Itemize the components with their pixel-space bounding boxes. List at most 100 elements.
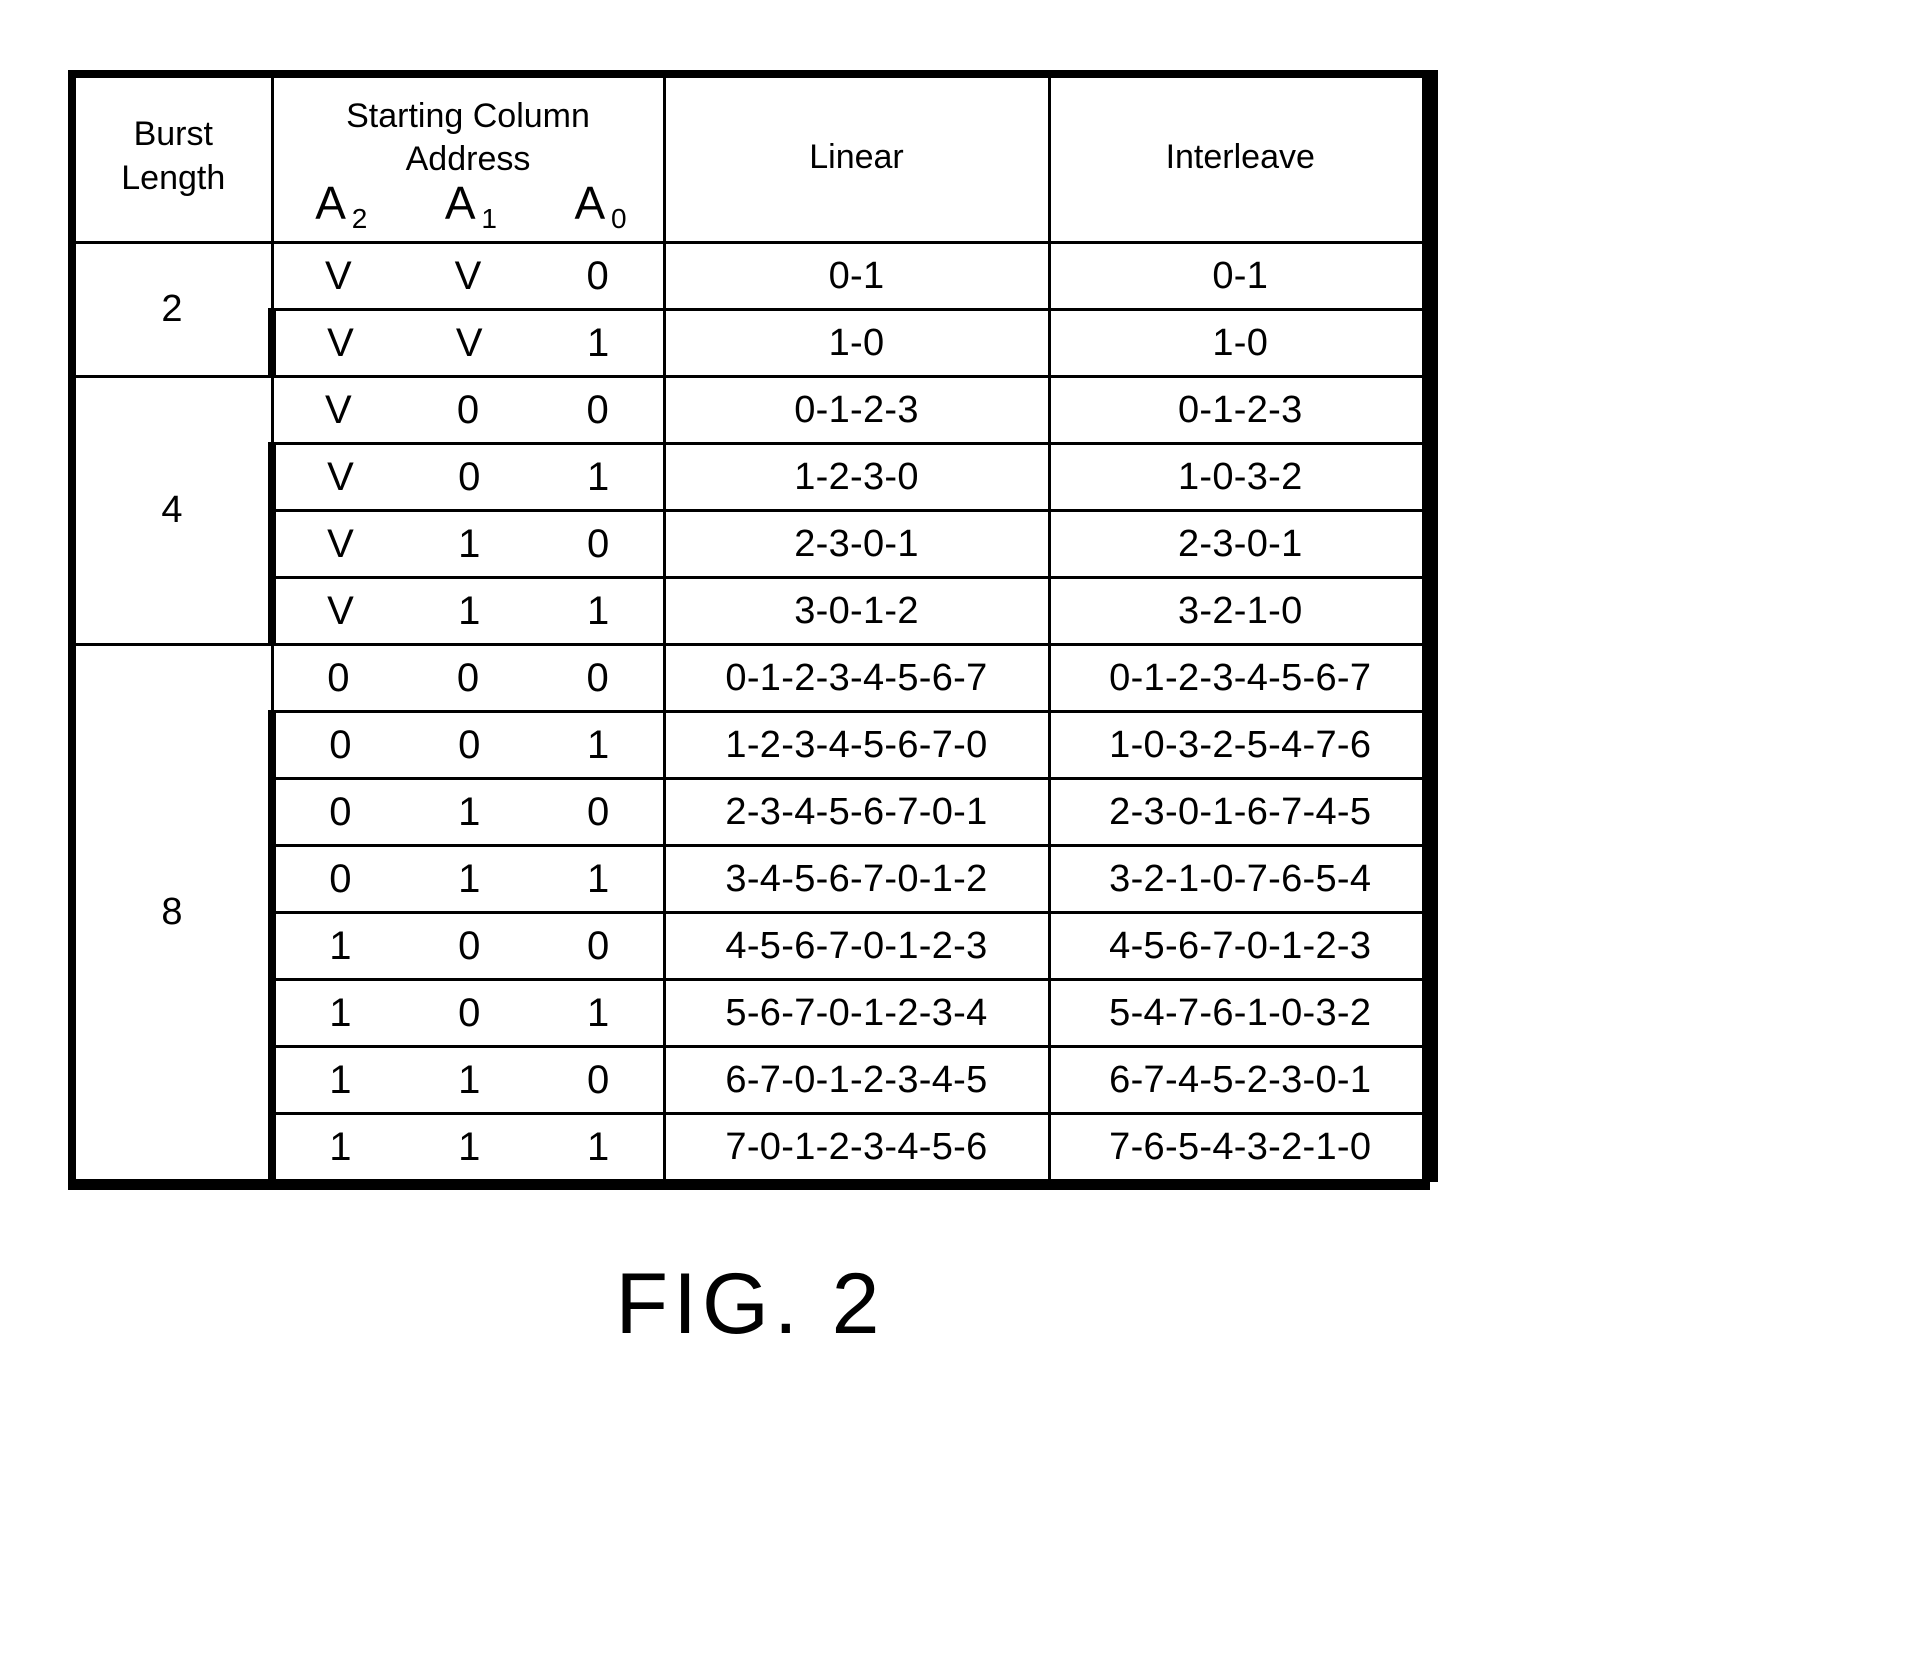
interleave-sequence-cell: 3-2-1-0 (1047, 576, 1438, 646)
table-body: 2 V V 0 0-1 0-1 V V 1 1-0 1-0 4 V 0 0 0-1-2-3 0-1-2-3 V 0 1… (68, 241, 1438, 1182)
address-bit-a1: 1 (458, 1058, 481, 1102)
linear-sequence-cell: 0-1-2-3-4-5-6-7 (662, 643, 1051, 713)
linear-sequence-cell: 6-7-0-1-2-3-4-5 (662, 1045, 1051, 1115)
address-bits-cell: 1 0 1 (268, 978, 666, 1048)
address-bit-a0: 0 (586, 1058, 610, 1102)
address-bit-a0: 1 (586, 321, 610, 365)
interleave-sequence-cell: 7-6-5-4-3-2-1-0 (1047, 1112, 1438, 1182)
header-interleave: Interleave (1047, 70, 1438, 244)
address-bit-a0: 1 (586, 589, 610, 633)
header-bit-a2: A2 (315, 177, 368, 234)
interleave-sequence-cell: 1-0 (1047, 308, 1438, 378)
header-burst-length: Burst Length (68, 70, 274, 244)
table-row: 1 1 1 7-0-1-2-3-4-5-6 7-6-5-4-3-2-1-0 (72, 1112, 1438, 1182)
burst-length-cell: 8 (68, 643, 274, 1182)
table-row: V 1 1 3-0-1-2 3-2-1-0 (72, 576, 1438, 646)
interleave-sequence-cell: 0-1-2-3 (1047, 375, 1438, 445)
header-row: Burst Length Starting Column Address A2 … (68, 70, 1438, 244)
address-bits-cell: 1 1 0 (268, 1045, 666, 1115)
address-bit-a2: 1 (329, 924, 352, 968)
address-bit-a1: 0 (458, 924, 481, 968)
table-row: 1 1 0 6-7-0-1-2-3-4-5 6-7-4-5-2-3-0-1 (72, 1045, 1438, 1115)
address-bits-cell: 0 1 0 (268, 777, 666, 847)
address-bits-cell: 0 1 1 (268, 844, 666, 914)
interleave-sequence-cell: 4-5-6-7-0-1-2-3 (1047, 911, 1438, 981)
address-bit-a2: V (327, 589, 354, 633)
interleave-sequence-cell: 3-2-1-0-7-6-5-4 (1047, 844, 1438, 914)
address-bits-cell: V 1 1 (268, 576, 666, 646)
interleave-sequence-cell: 1-0-3-2 (1047, 442, 1438, 512)
linear-sequence-cell: 1-0 (662, 308, 1051, 378)
table-row: V 1 0 2-3-0-1 2-3-0-1 (72, 509, 1438, 579)
address-bit-a0: 1 (586, 723, 610, 767)
address-bit-a2: 0 (329, 790, 352, 834)
address-bit-a0: 0 (586, 254, 609, 298)
header-starting-column-address: Starting Column Address A2 A1 A0 (270, 70, 666, 244)
address-bit-a1: V (454, 254, 482, 298)
address-bit-a0: 1 (586, 857, 610, 901)
address-bit-a0: 1 (586, 991, 610, 1035)
interleave-sequence-cell: 2-3-0-1 (1047, 509, 1438, 579)
table-row: V 0 1 1-2-3-0 1-0-3-2 (72, 442, 1438, 512)
address-bit-a1: 0 (456, 388, 480, 432)
address-bit-a1: 1 (458, 857, 481, 901)
header-burst-length-line2: Length (121, 159, 226, 197)
table-header: Burst Length Starting Column Address A2 … (68, 70, 1438, 244)
linear-sequence-cell: 0-1-2-3 (662, 375, 1051, 445)
address-bit-a1: 1 (458, 522, 481, 566)
header-bit-a1: A1 (444, 177, 497, 234)
address-bit-a0: 0 (586, 924, 610, 968)
address-bit-a2: 0 (329, 723, 352, 767)
interleave-sequence-cell: 0-1 (1047, 241, 1438, 311)
address-bit-a1: 0 (458, 723, 481, 767)
header-burst-length-line1: Burst (133, 115, 213, 154)
burst-order-table: Burst Length Starting Column Address A2 … (68, 70, 1438, 1182)
header-bit-a0: A0 (574, 177, 627, 234)
interleave-sequence-cell: 1-0-3-2-5-4-7-6 (1047, 710, 1438, 780)
interleave-sequence-cell: 6-7-4-5-2-3-0-1 (1047, 1045, 1438, 1115)
linear-sequence-cell: 7-0-1-2-3-4-5-6 (662, 1112, 1051, 1182)
linear-sequence-cell: 3-4-5-6-7-0-1-2 (662, 844, 1051, 914)
linear-sequence-cell: 1-2-3-0 (662, 442, 1051, 512)
table-row: 1 0 1 5-6-7-0-1-2-3-4 5-4-7-6-1-0-3-2 (72, 978, 1438, 1048)
table-row: 1 0 0 4-5-6-7-0-1-2-3 4-5-6-7-0-1-2-3 (72, 911, 1438, 981)
address-bit-a1: 0 (456, 656, 480, 700)
header-address-line2: Address (405, 139, 531, 178)
interleave-sequence-cell: 2-3-0-1-6-7-4-5 (1047, 777, 1438, 847)
burst-length-cell: 4 (68, 375, 274, 646)
address-bits-cell: V 0 0 (270, 375, 666, 445)
address-bit-a0: 0 (586, 388, 609, 432)
address-bits-cell: V 0 1 (268, 442, 666, 512)
table-row: 0 0 1 1-2-3-4-5-6-7-0 1-0-3-2-5-4-7-6 (72, 710, 1438, 780)
address-bits-cell: V V 0 (270, 241, 666, 311)
address-bit-a0: 0 (586, 790, 610, 834)
linear-sequence-cell: 0-1 (662, 241, 1051, 311)
address-bit-a2: 0 (327, 656, 350, 700)
address-bit-a2: V (327, 522, 354, 566)
header-linear: Linear (662, 70, 1051, 244)
linear-sequence-cell: 3-0-1-2 (662, 576, 1051, 646)
linear-sequence-cell: 4-5-6-7-0-1-2-3 (662, 911, 1051, 981)
table-row: 0 1 0 2-3-4-5-6-7-0-1 2-3-0-1-6-7-4-5 (72, 777, 1438, 847)
address-bits-cell: 1 0 0 (268, 911, 666, 981)
table-row: 8 0 0 0 0-1-2-3-4-5-6-7 0-1-2-3-4-5-6-7 (68, 643, 1438, 1182)
table-row: 2 V V 0 0-1 0-1 (68, 241, 1438, 378)
address-bits-cell: V V 1 (268, 308, 666, 378)
address-bit-a1: 1 (458, 1125, 481, 1169)
address-bit-a1: 1 (458, 589, 481, 633)
address-bit-a0: 1 (586, 1125, 610, 1169)
linear-sequence-cell: 1-2-3-4-5-6-7-0 (662, 710, 1051, 780)
interleave-sequence-cell: 5-4-7-6-1-0-3-2 (1047, 978, 1438, 1048)
address-bit-a1: 1 (458, 790, 481, 834)
figure-caption: FIG. 2 (615, 1256, 885, 1352)
address-bit-a2: V (324, 388, 352, 432)
linear-sequence-cell: 5-6-7-0-1-2-3-4 (662, 978, 1051, 1048)
table-row: 0 1 1 3-4-5-6-7-0-1-2 3-2-1-0-7-6-5-4 (72, 844, 1438, 914)
table-row: V V 1 1-0 1-0 (72, 308, 1438, 378)
address-bit-a2: 0 (329, 857, 352, 901)
address-bit-a1: 0 (458, 455, 481, 499)
burst-length-cell: 2 (68, 241, 274, 378)
header-address-line1: Starting Column (346, 97, 590, 135)
address-bit-a2: 1 (329, 1125, 352, 1169)
address-bit-a0: 0 (586, 656, 609, 700)
